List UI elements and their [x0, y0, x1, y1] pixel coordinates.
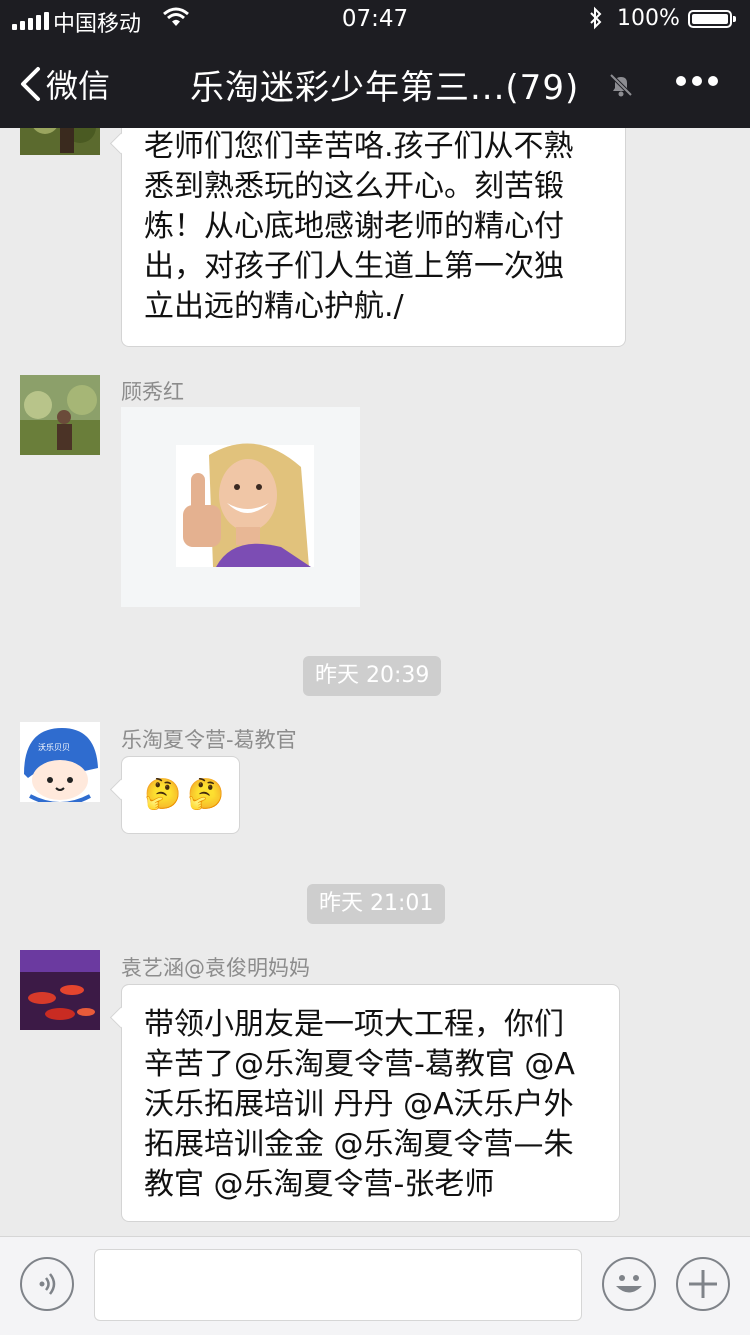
sender-name: 乐淘夏令营-葛教官	[121, 728, 297, 752]
image-message[interactable]	[121, 407, 360, 607]
nav-header: 中国移动 07:47 100% 微信 乐淘迷彩少年第三...(79)	[0, 0, 750, 128]
back-label: 微信	[46, 67, 111, 105]
message-line: 出，对孩子们人生道上第一次独	[144, 249, 564, 284]
message-bubble[interactable]: 带领小朋友是一项大工程，你们 辛苦了@乐淘夏令营-葛教官 @A 沃乐拓展培训 丹…	[121, 984, 620, 1222]
message-line: 辛苦了@乐淘夏令营-葛教官 @A	[144, 1047, 575, 1082]
message-line: 老师们您们幸苦咯.孩子们从不熟	[144, 129, 574, 164]
message-line: 悉到熟悉玩的这么开心。刻苦锻	[144, 169, 564, 204]
voice-icon	[39, 1273, 56, 1295]
sender-name: 袁艺涵@袁俊明妈妈	[121, 956, 310, 980]
back-button[interactable]: 微信	[18, 64, 111, 105]
thinking-emoji-icon: 🤔	[144, 777, 182, 812]
chat-title: 乐淘迷彩少年第三...(79)	[190, 68, 580, 108]
time-divider: 昨天 21:01	[307, 884, 446, 924]
avatar-badge-text: 沃乐贝贝	[38, 742, 70, 752]
more-options-button[interactable]	[676, 76, 718, 86]
plus-button[interactable]	[676, 1257, 730, 1311]
avatar[interactable]	[20, 375, 100, 455]
message-bubble[interactable]: 老师们您们幸苦咯.孩子们从不熟 悉到熟悉玩的这么开心。刻苦锻 炼！从心底地感谢老…	[121, 110, 626, 347]
thumbs-up-woman-sticker	[176, 443, 314, 567]
plus-icon	[689, 1270, 717, 1298]
bluetooth-icon	[590, 6, 602, 30]
mute-bell-icon	[609, 73, 633, 97]
message-line: 带领小朋友是一项大工程，你们	[144, 1007, 564, 1042]
smiley-icon	[616, 1275, 642, 1293]
message-line: 立出远的精心护航./	[144, 289, 404, 324]
message-input[interactable]	[94, 1249, 582, 1321]
message-line: 沃乐拓展培训 丹丹 @A沃乐户外	[144, 1087, 574, 1122]
message-bubble[interactable]: 🤔 🤔	[121, 756, 240, 834]
battery-percent: 100%	[617, 6, 680, 31]
time-divider: 昨天 20:39	[303, 656, 442, 696]
message-line: 拓展培训金金 @乐淘夏令营—朱	[144, 1127, 574, 1162]
avatar[interactable]: 沃乐贝贝	[20, 722, 100, 802]
avatar[interactable]	[20, 950, 100, 1030]
battery-icon	[688, 10, 736, 28]
message-line: 教官 @乐淘夏令营-张老师	[144, 1167, 495, 1202]
emoji-button[interactable]	[602, 1257, 656, 1311]
input-bar	[0, 1236, 750, 1335]
voice-button[interactable]	[20, 1257, 74, 1311]
chevron-left-icon	[21, 67, 40, 101]
status-bar: 中国移动 07:47 100%	[0, 0, 750, 40]
thinking-emoji-icon: 🤔	[187, 777, 225, 812]
sender-name: 顾秀红	[121, 380, 184, 404]
message-line: 炼！从心底地感谢老师的精心付	[144, 209, 564, 244]
